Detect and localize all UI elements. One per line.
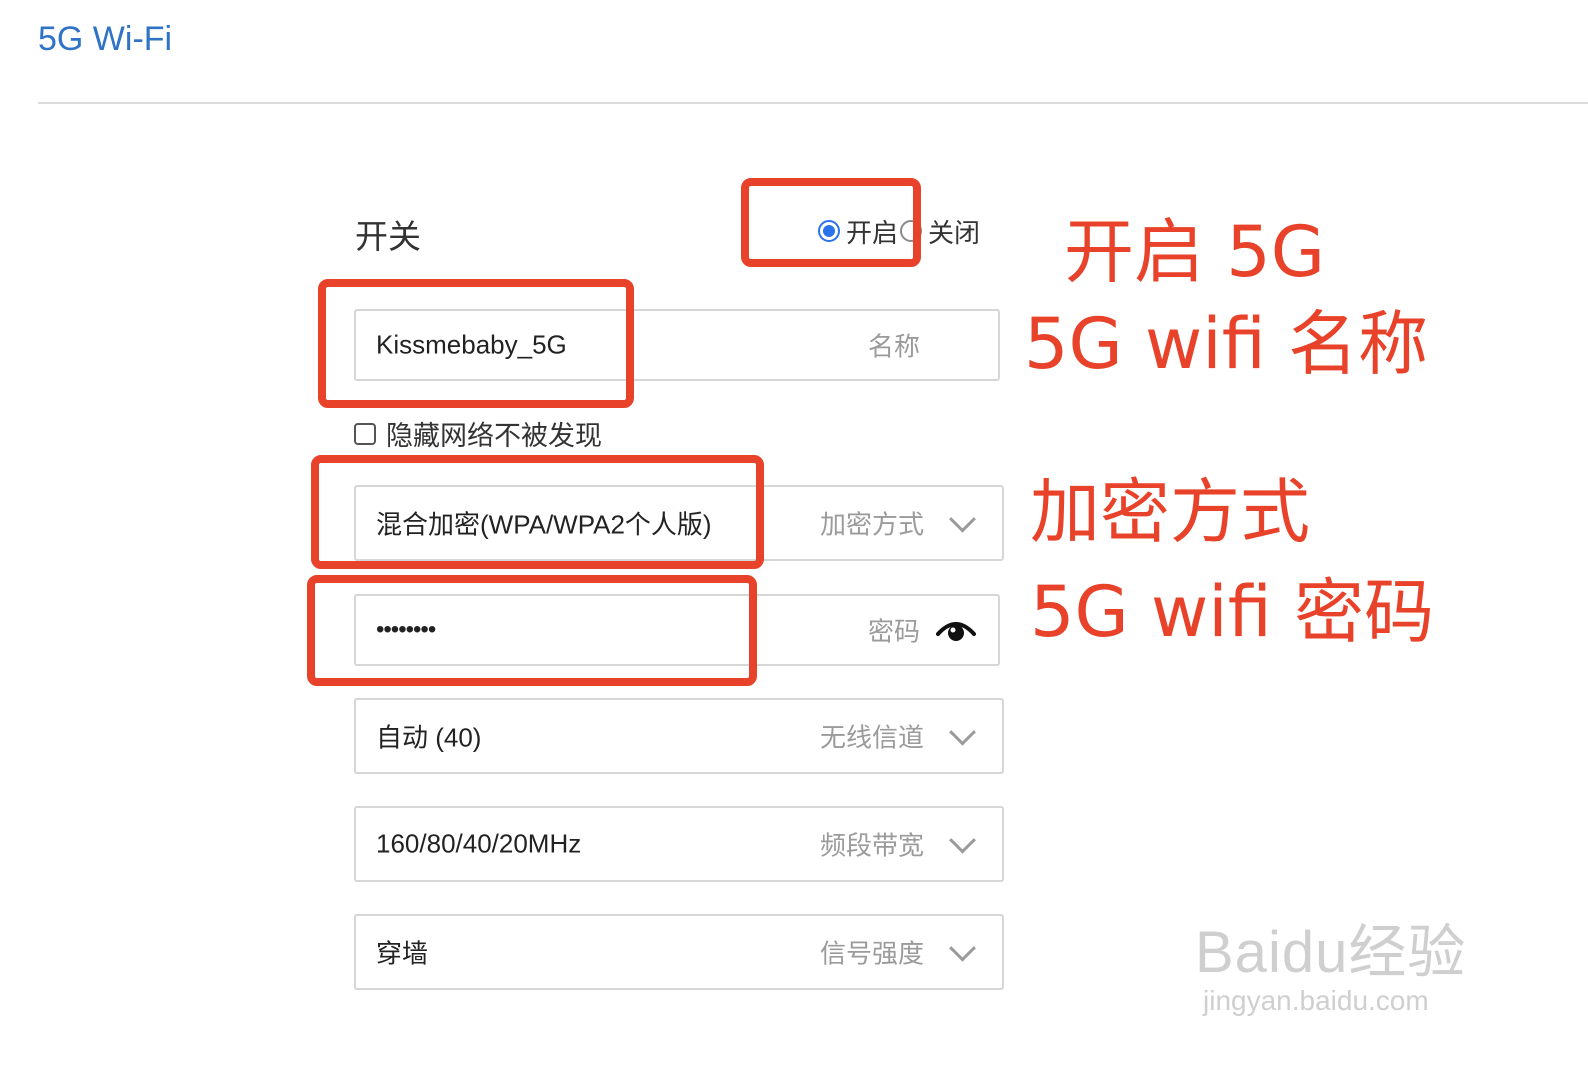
chevron-down-icon[interactable] [949,505,976,533]
chevron-down-icon[interactable] [949,934,976,962]
signal-hint: 信号强度 [819,939,924,970]
annotation-wifi-password: 5G wifi 密码 [1030,571,1435,653]
signal-select[interactable]: 穿墙 信号强度 [354,914,1004,990]
bandwidth-select[interactable]: 160/80/40/20MHz 频段带宽 [354,806,1004,882]
annotation-wifi-name: 5G wifi 名称 [1024,303,1429,385]
highlight-switch-on [741,178,921,267]
highlight-encryption [311,455,764,569]
highlight-ssid [318,279,634,408]
hide-network-checkbox[interactable] [354,422,376,445]
ssid-hint: 名称 [867,332,920,363]
channel-value: 自动 (40) [376,722,482,753]
page-title: 5G Wi-Fi [38,20,173,58]
bandwidth-value: 160/80/40/20MHz [376,828,582,859]
radio-off-label[interactable]: 关闭 [928,213,980,250]
highlight-password [307,575,757,686]
hide-network-row[interactable]: 隐藏网络不被发现 [354,414,602,453]
signal-value: 穿墙 [376,938,429,969]
baidu-watermark: Baidu经验 jingyan.baidu.com [1195,905,1466,1017]
watermark-brand: Baidu经验 [1195,920,1467,985]
annotation-encryption: 加密方式 [1030,471,1310,553]
chevron-down-icon[interactable] [949,718,976,746]
bandwidth-hint: 频段带宽 [819,831,924,862]
encryption-hint: 加密方式 [819,510,924,541]
switch-label: 开关 [355,217,421,256]
channel-hint: 无线信道 [819,723,924,754]
hide-network-label[interactable]: 隐藏网络不被发现 [386,414,602,453]
chevron-down-icon[interactable] [949,826,976,854]
password-hint: 密码 [867,617,920,648]
annotation-enable-5g: 开启 5G [1064,211,1326,293]
eye-icon[interactable] [936,616,976,644]
title-divider [38,102,1588,104]
channel-select[interactable]: 自动 (40) 无线信道 [354,698,1004,774]
wifi-settings-page: 5G Wi-Fi 开关 开启 关闭 Kissmebaby_5G 名称 隐藏网络不… [0,0,1588,1086]
watermark-url: jingyan.baidu.com [1203,985,1429,1016]
